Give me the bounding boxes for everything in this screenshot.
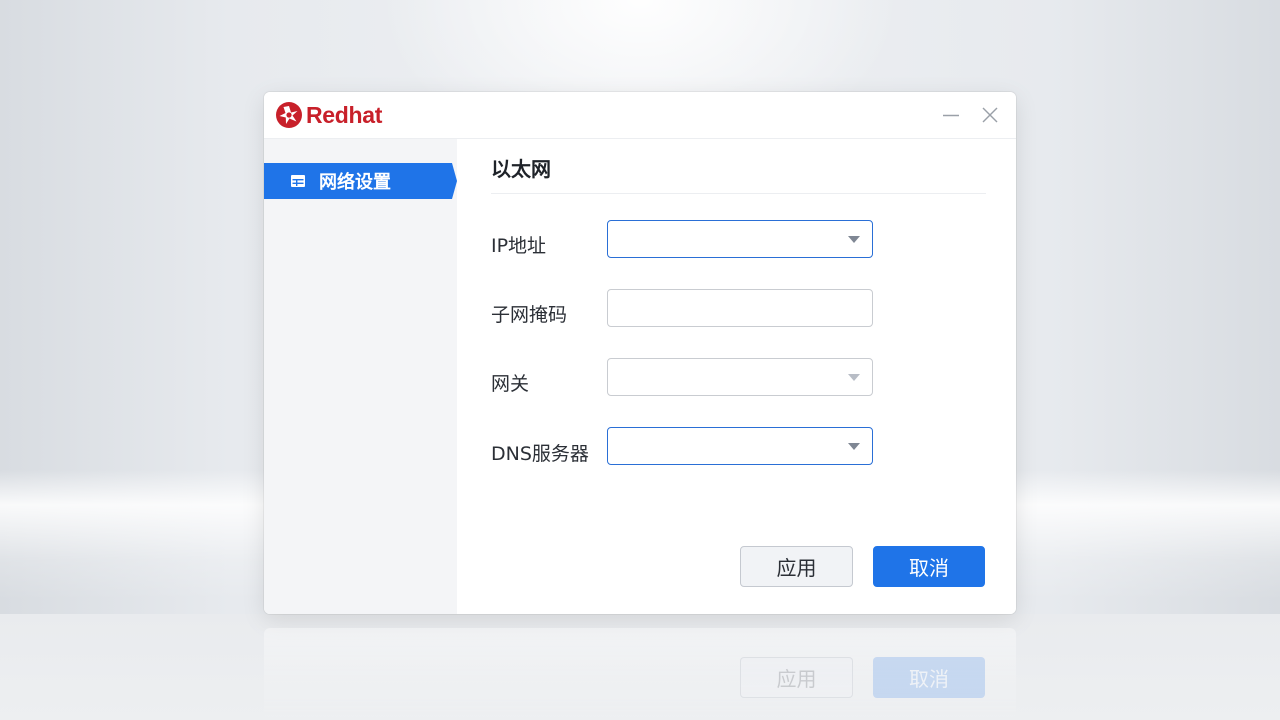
gateway-label: 网关 xyxy=(491,373,530,395)
ip-address-label: IP地址 xyxy=(491,235,547,257)
gateway-dropdown[interactable] xyxy=(607,358,873,396)
sidebar-item-label: 网络设置 xyxy=(319,172,391,193)
minimize-icon xyxy=(943,114,959,117)
network-settings-dialog: Redhat 网络设置 以太网 IP地址 子网掩码 网关 DNS服务器 xyxy=(264,92,1016,614)
brand-name: Redhat xyxy=(306,101,383,128)
ip-address-dropdown[interactable] xyxy=(607,220,873,258)
apply-button[interactable]: 应用 xyxy=(740,546,853,587)
chevron-down-icon[interactable] xyxy=(848,374,860,381)
section-divider xyxy=(491,193,986,194)
app-logo: Redhat xyxy=(276,102,382,128)
close-button[interactable] xyxy=(979,104,1001,126)
background-floor xyxy=(0,614,1280,720)
chevron-down-icon[interactable] xyxy=(848,236,860,243)
subnet-mask-input[interactable] xyxy=(607,289,873,327)
dns-server-dropdown[interactable] xyxy=(607,427,873,465)
minimize-button[interactable] xyxy=(940,104,962,126)
subnet-mask-label: 子网掩码 xyxy=(491,304,568,326)
dns-server-label: DNS服务器 xyxy=(491,443,589,465)
chevron-down-icon[interactable] xyxy=(848,443,860,450)
main-panel: 以太网 IP地址 子网掩码 网关 DNS服务器 xyxy=(457,139,1016,614)
section-title: 以太网 xyxy=(491,157,551,181)
cancel-button[interactable]: 取消 xyxy=(873,546,985,587)
redhat-logo-icon xyxy=(276,102,302,128)
table-icon xyxy=(291,175,305,187)
sidebar: 网络设置 xyxy=(264,139,457,614)
title-bar: Redhat xyxy=(264,92,1016,139)
close-icon xyxy=(982,107,998,123)
sidebar-item-network-settings[interactable]: 网络设置 xyxy=(264,163,457,199)
